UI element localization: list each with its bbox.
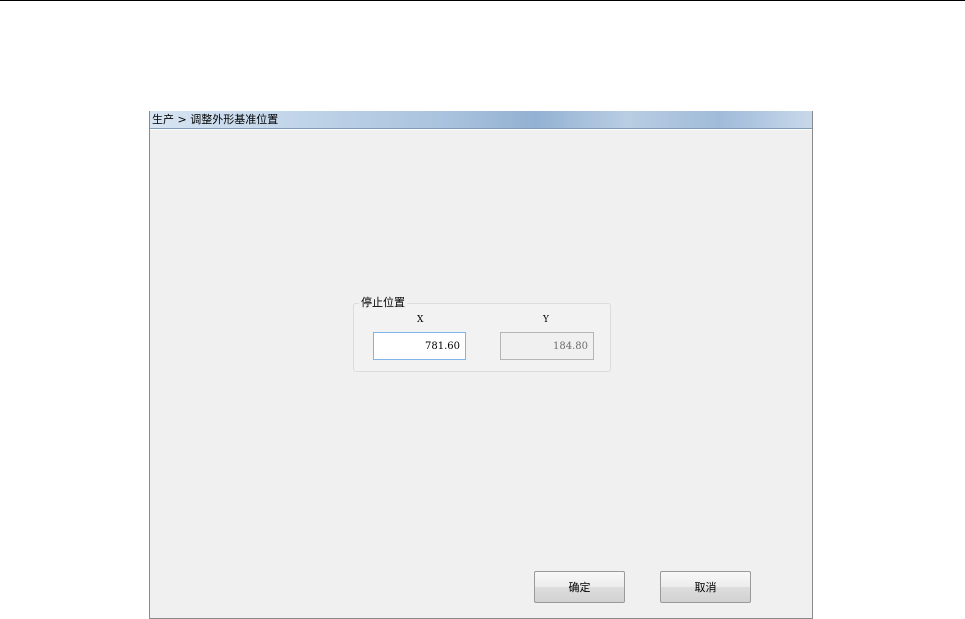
y-axis-label: Y: [543, 315, 549, 325]
dialog-client-area: 停止位置 X Y 确定 取消: [150, 129, 812, 618]
x-axis-label: X: [417, 315, 424, 325]
ok-button[interactable]: 确定: [534, 571, 625, 603]
dialog-window: 生产 > 调整外形基准位置 停止位置 X Y 确定 取消: [149, 111, 813, 619]
x-position-input[interactable]: [373, 332, 466, 360]
window-titlebar[interactable]: 生产 > 调整外形基准位置: [150, 111, 812, 129]
stop-position-group-title: 停止位置: [359, 296, 407, 309]
page-top-rule: [0, 0, 965, 1]
y-position-input: [500, 332, 594, 360]
window-title: 生产 > 调整外形基准位置: [152, 113, 279, 126]
cancel-button[interactable]: 取消: [660, 571, 751, 603]
